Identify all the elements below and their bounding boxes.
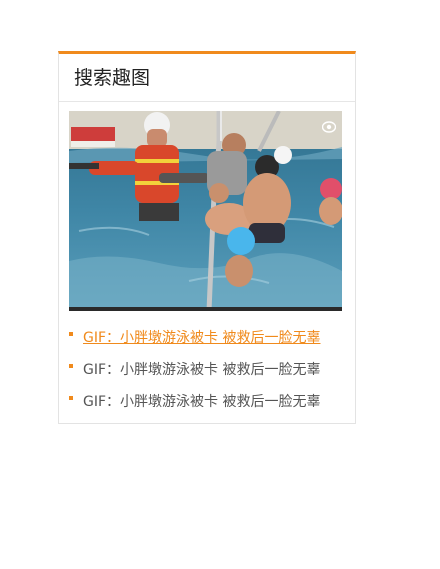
bullet-icon xyxy=(69,364,73,368)
list-item: GIF：小胖墩游泳被卡 被救后一脸无辜 xyxy=(59,354,355,386)
bullet-icon xyxy=(69,396,73,400)
gif-title-list: GIF：小胖墩游泳被卡 被救后一脸无辜 GIF：小胖墩游泳被卡 被救后一脸无辜 … xyxy=(59,322,355,418)
featured-gif-image[interactable] xyxy=(69,111,342,311)
pool-rescue-illustration xyxy=(69,111,342,311)
widget-title: 搜索趣图 xyxy=(59,54,355,102)
gif-title-link[interactable]: GIF：小胖墩游泳被卡 被救后一脸无辜 xyxy=(83,362,320,378)
gif-title-link[interactable]: GIF：小胖墩游泳被卡 被救后一脸无辜 xyxy=(83,394,320,410)
list-item: GIF：小胖墩游泳被卡 被救后一脸无辜 xyxy=(59,322,355,354)
gif-title-link[interactable]: GIF：小胖墩游泳被卡 被救后一脸无辜 xyxy=(83,330,320,346)
search-fun-pics-widget: 搜索趣图 GIF：小胖墩游泳被卡 被救后一脸无辜 GIF：小胖墩游泳被卡 被救后… xyxy=(58,51,356,424)
bullet-icon xyxy=(69,332,73,336)
view-count-icon xyxy=(322,121,336,133)
list-item: GIF：小胖墩游泳被卡 被救后一脸无辜 xyxy=(59,386,355,418)
